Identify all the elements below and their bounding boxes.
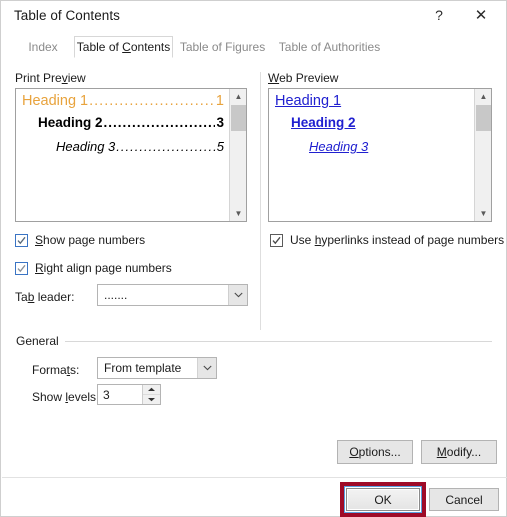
print-preview-scrollbar[interactable]: ▲ ▼ [229,89,246,221]
dialog-title: Table of Contents [14,8,120,23]
tab-table-of-contents-label: Table of Contents [76,40,171,54]
tab-leader-value: ....... [104,288,128,302]
checkbox-checked-icon [270,233,283,247]
web-preview-entry-heading1: Heading 1 [275,93,342,109]
print-preview-entry-title: Heading 1 [22,93,89,109]
spinner-up-icon[interactable] [143,385,160,395]
print-preview-entry-title: Heading 2 [38,115,103,130]
print-preview-entry-heading3: Heading 3 ...................... 5 [22,139,224,154]
close-button[interactable]: ✕ [463,1,499,29]
tab-leader-combobox[interactable]: ....... [97,284,248,306]
show-page-numbers-label: Show page numbers [35,233,146,247]
web-preview-entry-heading2: Heading 2 [291,115,356,130]
tab-table-of-authorities[interactable]: Table of Authorities [272,36,387,58]
print-preview-entry-page: 5 [216,139,224,154]
tab-table-of-figures-label: Table of Figures [179,40,266,54]
tab-table-of-figures[interactable]: Table of Figures [173,36,272,58]
formats-label: Formats: [32,363,80,377]
print-preview-entry-heading2: Heading 2 ........................ 3 [22,115,224,130]
print-preview-entry-page: 1 [215,93,224,109]
web-preview-box: Heading 1 Heading 2 Heading 3 ▲ ▼ [268,88,492,222]
print-preview-label: Print Preview [15,71,86,85]
column-divider [260,72,261,330]
print-preview-box: Heading 1 ..............................… [15,88,247,222]
help-button[interactable]: ? [421,1,457,29]
spinner-buttons[interactable] [142,385,160,404]
scrollbar-thumb[interactable] [476,105,491,131]
show-levels-spinner[interactable]: 3 [97,384,161,405]
chevron-down-icon[interactable] [197,358,216,378]
tab-index-label: Index [28,40,58,54]
use-hyperlinks-checkbox[interactable]: Use hyperlinks instead of page numbers [270,233,504,247]
tab-table-of-authorities-label: Table of Authorities [278,40,381,54]
table-of-contents-dialog: Table of Contents ? ✕ Index Table of Con… [0,0,507,517]
use-hyperlinks-label: Use hyperlinks instead of page numbers [290,233,505,247]
right-align-page-numbers-checkbox[interactable]: Right align page numbers [15,261,172,275]
checkbox-checked-icon [15,261,28,275]
web-preview-entry-heading3: Heading 3 [309,139,369,154]
options-button[interactable]: Options... [337,440,413,464]
chevron-down-icon[interactable] [228,285,247,305]
checkbox-checked-icon [15,233,28,247]
scroll-up-arrow-icon[interactable]: ▲ [230,89,246,104]
general-group-rule [16,341,492,342]
scroll-down-arrow-icon[interactable]: ▼ [475,206,491,221]
right-align-page-numbers-label: Right align page numbers [35,261,172,275]
print-preview-entry-title: Heading 3 [56,139,116,154]
formats-value: From template [104,361,182,375]
modify-button[interactable]: Modify... [421,440,497,464]
web-preview-label: Web Preview [268,71,339,85]
scroll-up-arrow-icon[interactable]: ▲ [475,89,491,104]
tab-content-panel: Print Preview Heading 1 ................… [2,58,505,464]
close-icon: ✕ [474,6,488,24]
tab-index[interactable]: Index [12,36,74,58]
general-group-label: General [16,334,65,348]
scrollbar-thumb[interactable] [231,105,246,131]
cancel-button[interactable]: Cancel [429,488,499,511]
print-preview-entry-leader: .................................. [89,93,215,109]
print-preview-entry-leader: ...................... [116,139,216,154]
show-page-numbers-checkbox[interactable]: Show page numbers [15,233,145,247]
title-bar: Table of Contents ? ✕ [1,1,506,31]
footer-separator [2,477,507,478]
print-preview-entry-leader: ........................ [103,115,216,130]
scroll-down-arrow-icon[interactable]: ▼ [230,206,246,221]
tab-strip: Index Table of Contents Table of Figures… [12,36,496,59]
modify-button-label: Modify... [436,445,482,459]
cancel-button-label: Cancel [445,492,483,507]
show-levels-value[interactable]: 3 [98,385,142,404]
question-mark-icon: ? [435,7,443,23]
print-preview-entry-heading1: Heading 1 ..............................… [22,93,224,109]
options-button-label: Options... [349,445,401,459]
print-preview-entry-page: 3 [216,115,224,130]
show-levels-label: Show levels: [32,390,100,404]
tab-table-of-contents[interactable]: Table of Contents [74,36,173,58]
web-preview-scrollbar[interactable]: ▲ ▼ [474,89,491,221]
formats-combobox[interactable]: From template [97,357,217,379]
tab-leader-label: Tab leader: [15,290,75,304]
spinner-down-icon[interactable] [143,395,160,404]
ok-button-focus-ring [344,486,422,513]
